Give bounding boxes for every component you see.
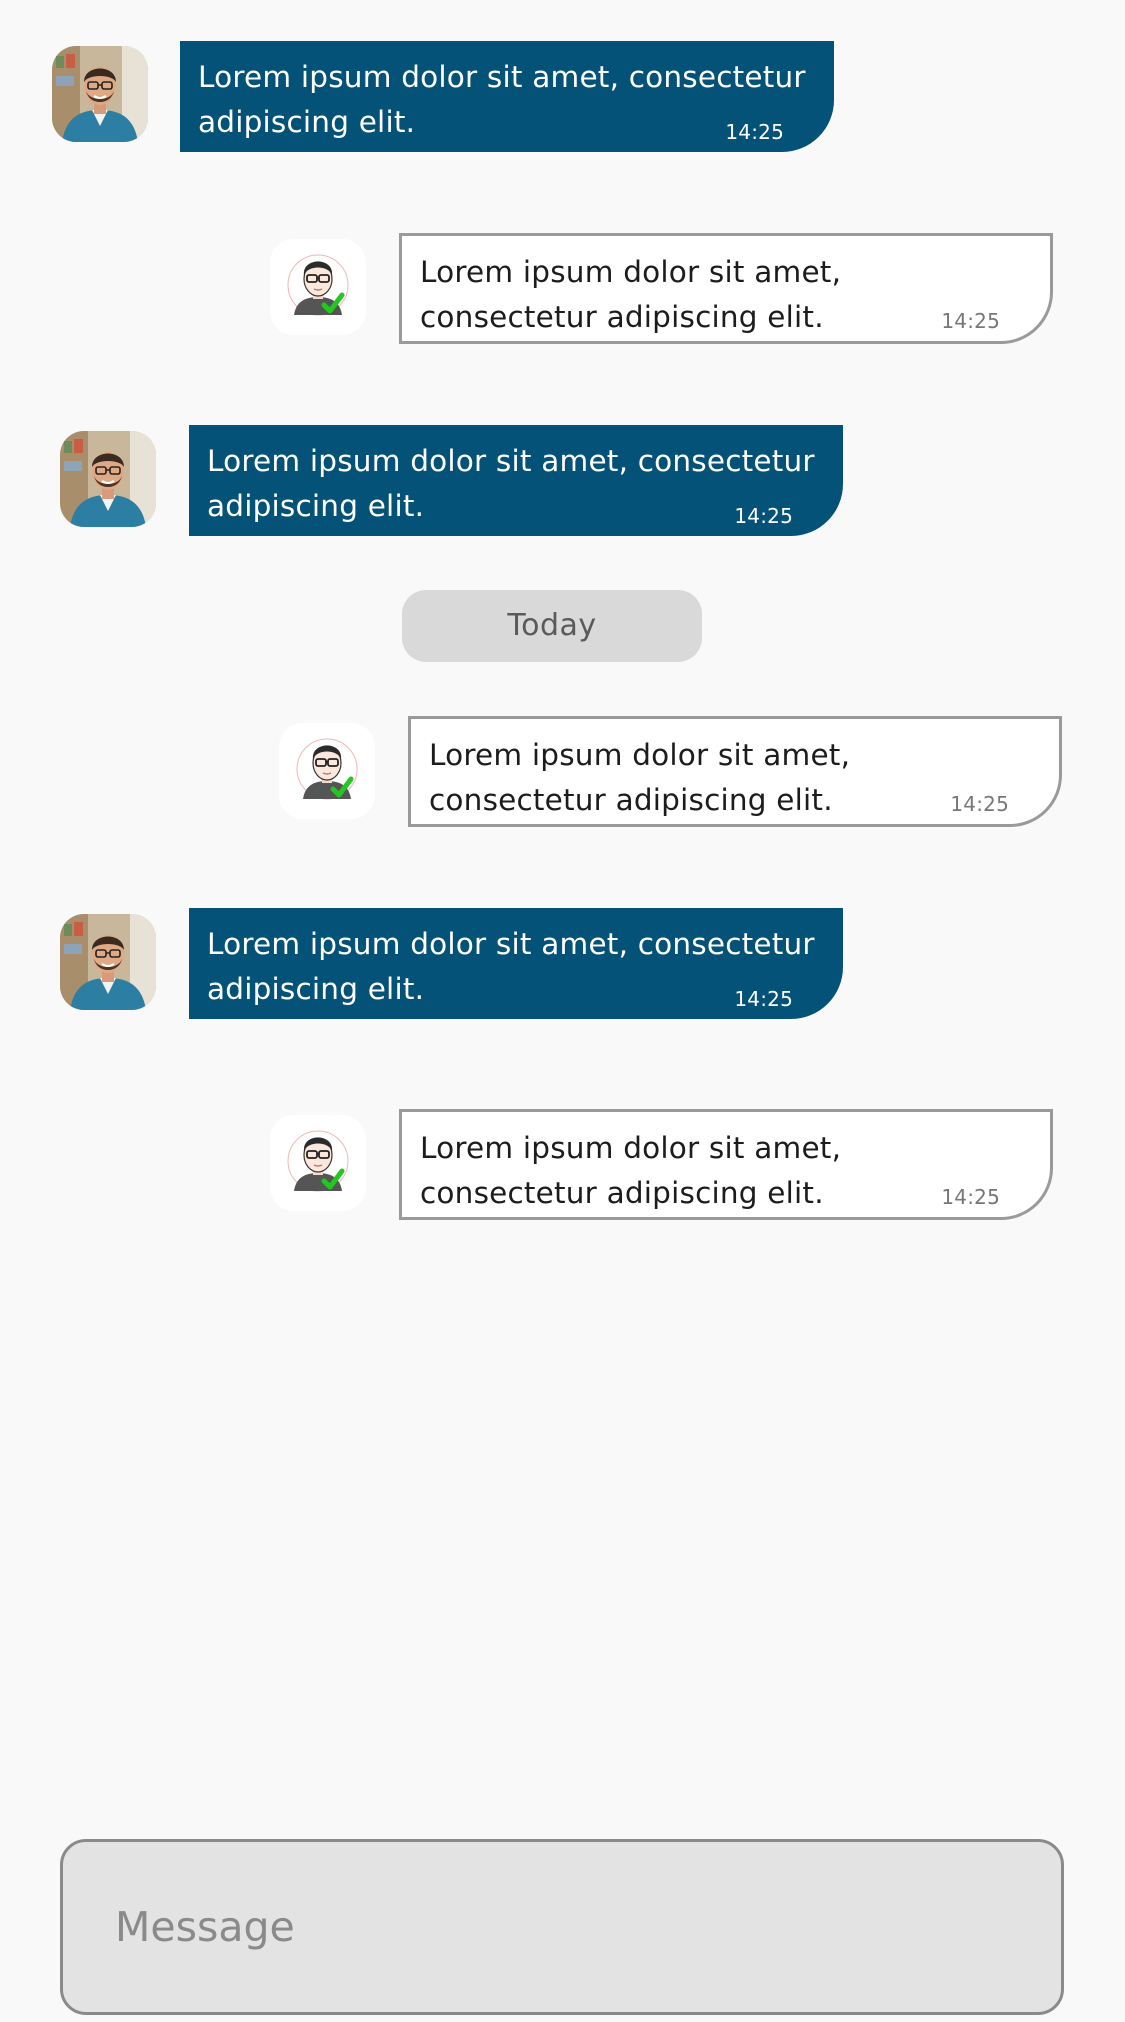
incoming-message-bubble[interactable]: Lorem ipsum dolor sit amet, consectetur …: [180, 41, 834, 152]
cartoon-user-verified-avatar-icon[interactable]: [270, 1115, 366, 1211]
date-separator: Today: [402, 590, 702, 662]
message-time: 14:25: [941, 309, 1000, 333]
message-time: 14:25: [725, 120, 784, 144]
message-text: Lorem ipsum dolor sit amet, consectetur …: [420, 1131, 842, 1210]
user-photo-avatar-icon[interactable]: [52, 46, 148, 142]
incoming-message-bubble[interactable]: Lorem ipsum dolor sit amet, consectetur …: [189, 425, 843, 536]
user-photo-avatar-icon[interactable]: [60, 431, 156, 527]
cartoon-user-verified-avatar-icon[interactable]: [279, 723, 375, 819]
message-composer: [60, 1839, 1064, 2015]
message-time: 14:25: [941, 1185, 1000, 1209]
message-time: 14:25: [950, 792, 1009, 816]
user-photo-avatar-icon[interactable]: [60, 914, 156, 1010]
chat-screen: Lorem ipsum dolor sit amet, consectetur …: [0, 0, 1125, 2022]
message-time: 14:25: [734, 504, 793, 528]
incoming-message-bubble[interactable]: Lorem ipsum dolor sit amet, consectetur …: [189, 908, 843, 1019]
cartoon-user-verified-avatar-icon[interactable]: [270, 239, 366, 335]
message-time: 14:25: [734, 987, 793, 1011]
outgoing-message-bubble[interactable]: Lorem ipsum dolor sit amet, consectetur …: [399, 1109, 1053, 1220]
outgoing-message-bubble[interactable]: Lorem ipsum dolor sit amet, consectetur …: [399, 233, 1053, 344]
message-text: Lorem ipsum dolor sit amet, consectetur …: [429, 738, 851, 817]
message-input[interactable]: [63, 1842, 1061, 2012]
message-text: Lorem ipsum dolor sit amet, consectetur …: [198, 60, 806, 139]
message-text: Lorem ipsum dolor sit amet, consectetur …: [207, 927, 815, 1006]
outgoing-message-bubble[interactable]: Lorem ipsum dolor sit amet, consectetur …: [408, 716, 1062, 827]
message-text: Lorem ipsum dolor sit amet, consectetur …: [420, 255, 842, 334]
message-text: Lorem ipsum dolor sit amet, consectetur …: [207, 444, 815, 523]
